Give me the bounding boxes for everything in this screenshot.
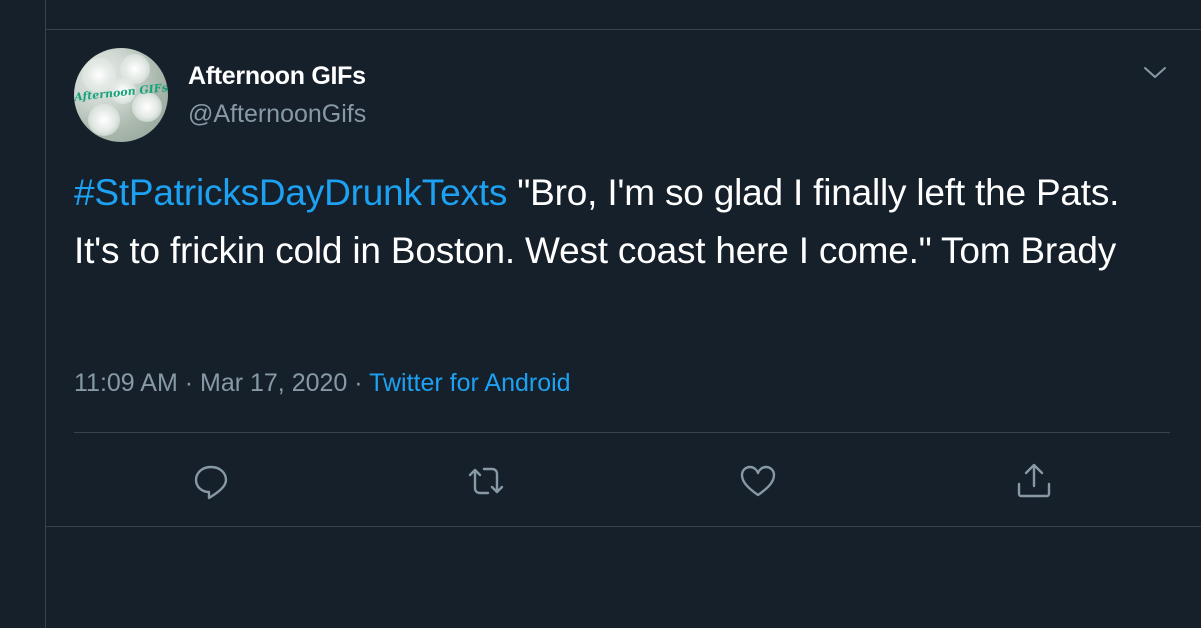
timeline-left-border bbox=[45, 0, 46, 628]
tweet-text: #StPatricksDayDrunkTexts "Bro, I'm so gl… bbox=[74, 164, 1174, 280]
like-button[interactable] bbox=[736, 459, 780, 503]
tweet-meta: 11:09 AM · Mar 17, 2020 · Twitter for An… bbox=[74, 369, 571, 398]
retweet-button[interactable] bbox=[464, 459, 508, 503]
tweet-source[interactable]: Twitter for Android bbox=[369, 369, 570, 397]
tweet-time[interactable]: 11:09 AM bbox=[74, 369, 178, 397]
avatar[interactable]: Afternoon GIFs bbox=[74, 48, 168, 142]
hashtag-link[interactable]: #StPatricksDayDrunkTexts bbox=[74, 172, 507, 213]
chevron-down-icon[interactable] bbox=[1143, 63, 1167, 83]
reply-icon bbox=[194, 465, 228, 500]
retweet-icon bbox=[468, 467, 504, 495]
display-name[interactable]: Afternoon GIFs bbox=[188, 62, 366, 91]
tweet-date[interactable]: Mar 17, 2020 bbox=[200, 369, 347, 397]
tweet-bottom-border bbox=[45, 526, 1201, 527]
actions-divider bbox=[74, 432, 1170, 433]
meta-separator: · bbox=[347, 369, 370, 397]
user-handle[interactable]: @AfternoonGifs bbox=[188, 100, 366, 129]
share-icon bbox=[1017, 463, 1051, 498]
reply-button[interactable] bbox=[189, 459, 233, 503]
tweet-top-border bbox=[45, 29, 1201, 30]
heart-icon bbox=[740, 465, 776, 497]
share-button[interactable] bbox=[1012, 459, 1056, 503]
meta-separator: · bbox=[177, 369, 200, 397]
